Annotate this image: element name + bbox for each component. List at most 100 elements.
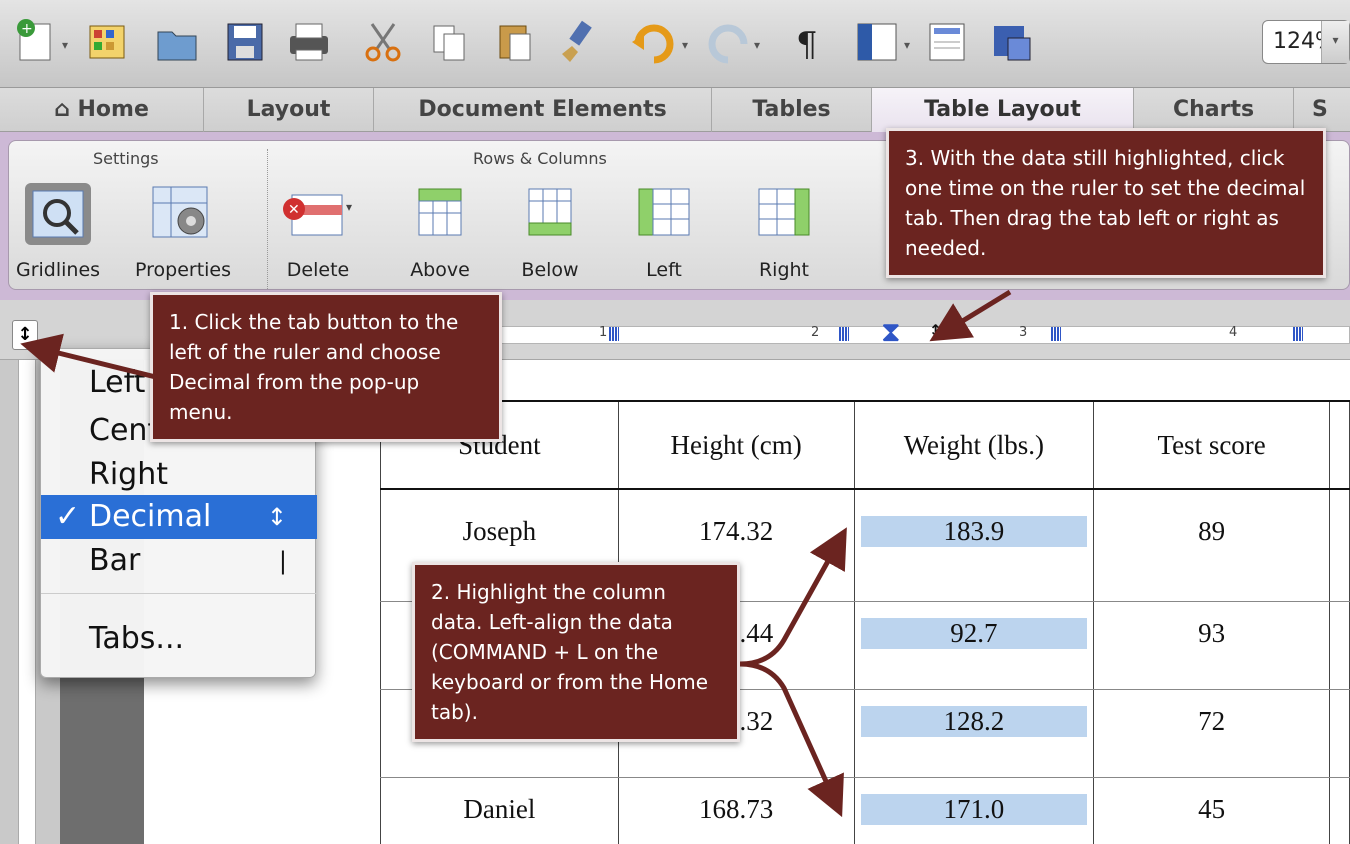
table-cell[interactable]: 45: [1093, 777, 1330, 844]
tab-type-button[interactable]: ↕: [12, 320, 38, 350]
pilcrow-icon[interactable]: ¶: [784, 14, 838, 70]
tab-document-elements[interactable]: Document Elements: [374, 88, 712, 132]
left-label: Left: [646, 259, 682, 281]
menu-item-right[interactable]: Right: [41, 453, 317, 497]
redo-icon[interactable]: [700, 14, 754, 70]
decimal-tab-stop-icon[interactable]: ↕: [929, 321, 942, 340]
media-browser-icon[interactable]: [984, 14, 1038, 70]
table-cell[interactable]: [1329, 601, 1350, 690]
svg-text:¶: ¶: [796, 25, 818, 65]
column-marker-icon[interactable]: [1051, 327, 1061, 341]
insert-above-button[interactable]: Above: [395, 181, 485, 281]
tab-layout[interactable]: Layout: [204, 88, 374, 132]
menu-item-bar[interactable]: Bar |: [41, 539, 317, 583]
svg-text:✕: ✕: [288, 202, 300, 218]
ruler-number: 2: [811, 325, 820, 340]
chevron-down-icon[interactable]: ▾: [62, 38, 68, 52]
copy-icon[interactable]: [422, 14, 476, 70]
properties-label: Properties: [135, 259, 232, 281]
undo-icon[interactable]: [628, 14, 682, 70]
zoom-select[interactable]: 124% ▾: [1262, 20, 1350, 64]
sidebar-icon[interactable]: [850, 14, 904, 70]
table-cell[interactable]: [1329, 489, 1350, 602]
tab-charts[interactable]: Charts: [1134, 88, 1294, 132]
open-folder-icon[interactable]: [150, 14, 204, 70]
column-marker-icon[interactable]: [1293, 327, 1303, 341]
word-window: { "toolbar": { "zoom": "124%" }, "tabs":…: [0, 0, 1350, 844]
gridlines-label: Gridlines: [15, 259, 101, 281]
group-title-settings: Settings: [93, 149, 159, 168]
toolbox-icon[interactable]: [920, 14, 974, 70]
insert-row-below-icon: [528, 188, 572, 236]
standard-toolbar: + ▾ ▾ ▾ ¶ ▾ 124% ▾: [0, 0, 1350, 88]
format-painter-icon[interactable]: [552, 14, 606, 70]
group-divider: [267, 149, 268, 289]
header-cell[interactable]: [1329, 400, 1350, 490]
table-cell[interactable]: 89: [1093, 489, 1330, 602]
svg-text:▾: ▾: [346, 200, 352, 214]
insert-left-button[interactable]: Left: [619, 181, 709, 281]
header-cell[interactable]: Weight (lbs.): [853, 400, 1095, 490]
tab-table-layout[interactable]: Table Layout: [872, 88, 1134, 132]
tab-smartart[interactable]: S: [1294, 88, 1350, 132]
svg-text:+: +: [21, 21, 33, 37]
highlighted-value: 92.7: [860, 617, 1088, 649]
insert-right-button[interactable]: Right: [739, 181, 829, 281]
cut-icon[interactable]: [356, 14, 410, 70]
ruler-strip[interactable]: 1 2 3 4 ⧗ ↕: [440, 315, 1350, 348]
menu-divider: [41, 593, 317, 594]
insert-row-above-icon: [418, 188, 462, 236]
delete-table-icon: ✕ ▾: [283, 194, 352, 236]
ruler-number: 3: [1019, 325, 1028, 340]
highlighted-value: 128.2: [860, 705, 1088, 737]
ruler-number: 4: [1229, 325, 1238, 340]
properties-button[interactable]: Properties: [135, 181, 232, 281]
table-cell[interactable]: 72: [1093, 689, 1330, 778]
properties-icon: [152, 186, 208, 238]
column-marker-icon[interactable]: [839, 327, 849, 341]
paste-icon[interactable]: [488, 14, 542, 70]
table-cell[interactable]: [1329, 777, 1350, 844]
table-cell[interactable]: [1329, 689, 1350, 778]
table-cell[interactable]: 93: [1093, 601, 1330, 690]
menu-item-decimal[interactable]: ✓ Decimal ↕: [41, 495, 317, 539]
menu-item-tabs[interactable]: Tabs...: [41, 617, 317, 661]
table-cell[interactable]: 168.73: [617, 777, 855, 844]
table-cell[interactable]: 128.2: [853, 689, 1095, 778]
column-marker-icon[interactable]: [609, 327, 619, 341]
highlighted-value: 171.0: [860, 793, 1088, 825]
bar-tab-icon: |: [278, 547, 287, 575]
new-document-icon[interactable]: +: [10, 14, 64, 70]
home-icon: ⌂: [54, 97, 78, 122]
above-label: Above: [410, 259, 470, 281]
table-cell[interactable]: 171.0: [853, 777, 1095, 844]
header-cell[interactable]: Height (cm): [617, 400, 855, 490]
indent-marker-icon[interactable]: ⧗: [881, 315, 901, 349]
ribbon-tab-bar: ⌂ Home Layout Document Elements Tables T…: [0, 88, 1350, 132]
table-row: Daniel 168.73 171.0 45: [380, 777, 1350, 844]
header-cell[interactable]: Test score: [1093, 400, 1330, 490]
table-cell[interactable]: Daniel: [380, 777, 619, 844]
gallery-icon[interactable]: [80, 14, 134, 70]
gridlines-button[interactable]: Gridlines: [13, 181, 103, 281]
tab-tables[interactable]: Tables: [712, 88, 872, 132]
delete-button[interactable]: ✕ ▾ Delete: [273, 181, 363, 281]
chevron-down-icon[interactable]: ▾: [682, 38, 688, 52]
checkmark-icon: ✓: [55, 499, 81, 534]
insert-below-button[interactable]: Below: [505, 181, 595, 281]
chevron-down-icon[interactable]: ▾: [904, 38, 910, 52]
tab-home[interactable]: ⌂ Home: [0, 88, 204, 132]
chevron-down-icon[interactable]: ▾: [754, 38, 760, 52]
ruler-number: 1: [599, 325, 608, 340]
insert-column-right-icon: [758, 188, 810, 236]
group-title-rows-columns: Rows & Columns: [473, 149, 607, 168]
table-cell[interactable]: 183.9: [853, 489, 1095, 602]
table-cell[interactable]: 92.7: [853, 601, 1095, 690]
callout-step-1: 1. Click the tab button to the left of t…: [150, 292, 502, 442]
right-label: Right: [758, 259, 810, 281]
print-icon[interactable]: [282, 14, 336, 70]
callout-step-3: 3. With the data still highlighted, clic…: [886, 128, 1326, 278]
save-icon[interactable]: [218, 14, 272, 70]
decimal-tab-icon: ↕: [266, 503, 287, 531]
chevron-down-icon[interactable]: ▾: [1321, 21, 1349, 63]
